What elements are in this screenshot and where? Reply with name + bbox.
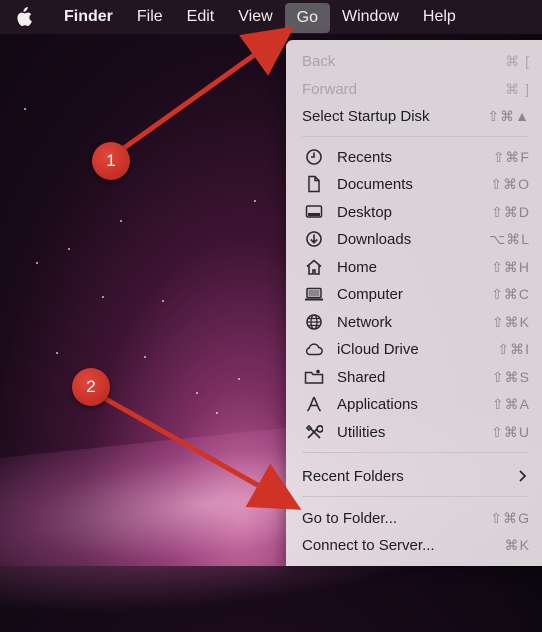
- menu-item-forward: Forward ⌘ ]: [286, 76, 542, 102]
- menu-item-label: Applications: [337, 395, 418, 413]
- menu-item-label: Shared: [337, 368, 386, 386]
- menu-item-recent-folders[interactable]: Recent Folders: [286, 463, 542, 489]
- shortcut-label: ⌘K: [504, 536, 530, 553]
- shortcut-label: ⇧⌘I: [497, 340, 530, 357]
- menu-item-label: Documents: [337, 175, 413, 193]
- menu-help[interactable]: Help: [411, 0, 468, 34]
- document-icon: [304, 175, 324, 193]
- menu-item-network[interactable]: Network ⇧⌘K: [286, 309, 542, 335]
- applications-icon: [304, 395, 324, 413]
- laptop-icon: [304, 285, 324, 303]
- menu-item-label: Downloads: [337, 230, 412, 248]
- menu-item-recents[interactable]: Recents ⇧⌘F: [286, 144, 542, 170]
- menu-go[interactable]: Go: [284, 2, 330, 33]
- menu-item-documents[interactable]: Documents ⇧⌘O: [286, 171, 542, 197]
- menu-bar: Finder File Edit View Go Window Help: [0, 0, 542, 34]
- menu-separator: [302, 496, 527, 497]
- menu-item-home[interactable]: Home ⇧⌘H: [286, 254, 542, 280]
- menu-item-label: Utilities: [337, 423, 386, 441]
- menu-item-desktop[interactable]: Desktop ⇧⌘D: [286, 199, 542, 225]
- menu-item-applications[interactable]: Applications ⇧⌘A: [286, 391, 542, 417]
- shortcut-label: ⇧⌘A: [491, 395, 530, 412]
- shortcut-label: ⌥⌘L: [489, 230, 530, 247]
- clock-icon: [304, 148, 324, 166]
- utilities-icon: [304, 423, 324, 441]
- menu-item-label: Forward: [302, 80, 358, 98]
- shortcut-label: ⇧⌘H: [491, 258, 530, 275]
- shared-folder-icon: [304, 368, 324, 386]
- menu-item-label: Back: [302, 52, 336, 70]
- shortcut-label: ⇧⌘G: [490, 509, 530, 526]
- menu-item-label: Recents: [337, 148, 393, 166]
- menu-item-label: Network: [337, 313, 393, 331]
- shortcut-label: ⇧⌘U: [491, 423, 530, 440]
- menu-item-computer[interactable]: Computer ⇧⌘C: [286, 281, 542, 307]
- home-icon: [304, 258, 324, 276]
- menu-item-shared[interactable]: Shared ⇧⌘S: [286, 364, 542, 390]
- arrow-1: [122, 26, 295, 151]
- annotation-badge-1: 1: [92, 142, 130, 180]
- menu-item-icloud-drive[interactable]: iCloud Drive ⇧⌘I: [286, 336, 542, 362]
- go-menu-dropdown: Back ⌘ [ Forward ⌘ ] Select Startup Disk…: [286, 40, 542, 566]
- menu-item-select-startup-disk[interactable]: Select Startup Disk ⇧⌘▲: [286, 103, 542, 129]
- desktop-icon: [304, 203, 324, 221]
- menu-separator: [302, 136, 527, 137]
- annotation-badge-2: 2: [72, 368, 110, 406]
- shortcut-label: ⌘ [: [505, 52, 530, 69]
- menu-file[interactable]: File: [125, 0, 175, 34]
- menu-edit[interactable]: Edit: [175, 0, 227, 34]
- shortcut-label: ⇧⌘O: [490, 175, 530, 192]
- shortcut-label: ⇧⌘K: [491, 313, 530, 330]
- shortcut-label: ⇧⌘S: [491, 368, 530, 385]
- menu-item-label: Computer: [337, 285, 403, 303]
- globe-icon: [304, 313, 324, 331]
- menu-item-label: Connect to Server...: [302, 536, 435, 554]
- menu-item-label: Home: [337, 258, 378, 276]
- menu-item-downloads[interactable]: Downloads ⌥⌘L: [286, 226, 542, 252]
- chevron-right-icon: [516, 468, 528, 484]
- shortcut-label: ⇧⌘C: [491, 285, 530, 302]
- apple-logo-icon[interactable]: [12, 6, 34, 28]
- menu-item-go-to-folder[interactable]: Go to Folder... ⇧⌘G: [286, 505, 542, 531]
- cloud-icon: [304, 340, 324, 358]
- shortcut-label: ⌘ ]: [505, 80, 530, 97]
- menu-item-label: iCloud Drive: [337, 340, 419, 358]
- menu-item-connect-to-server[interactable]: Connect to Server... ⌘K: [286, 532, 542, 558]
- menu-view[interactable]: View: [226, 0, 284, 34]
- menu-separator: [302, 452, 527, 453]
- menu-window[interactable]: Window: [330, 0, 411, 34]
- download-icon: [304, 230, 324, 248]
- menu-item-utilities[interactable]: Utilities ⇧⌘U: [286, 419, 542, 445]
- shortcut-label: ⇧⌘D: [491, 203, 530, 220]
- menu-item-label: Recent Folders: [302, 467, 404, 485]
- menu-item-back: Back ⌘ [: [286, 48, 542, 74]
- shortcut-label: ⇧⌘▲: [487, 107, 530, 124]
- menu-finder[interactable]: Finder: [54, 0, 125, 34]
- shortcut-label: ⇧⌘F: [492, 148, 530, 165]
- menu-item-label: Select Startup Disk: [302, 107, 430, 125]
- menu-item-label: Go to Folder...: [302, 509, 398, 527]
- menu-item-label: Desktop: [337, 203, 393, 221]
